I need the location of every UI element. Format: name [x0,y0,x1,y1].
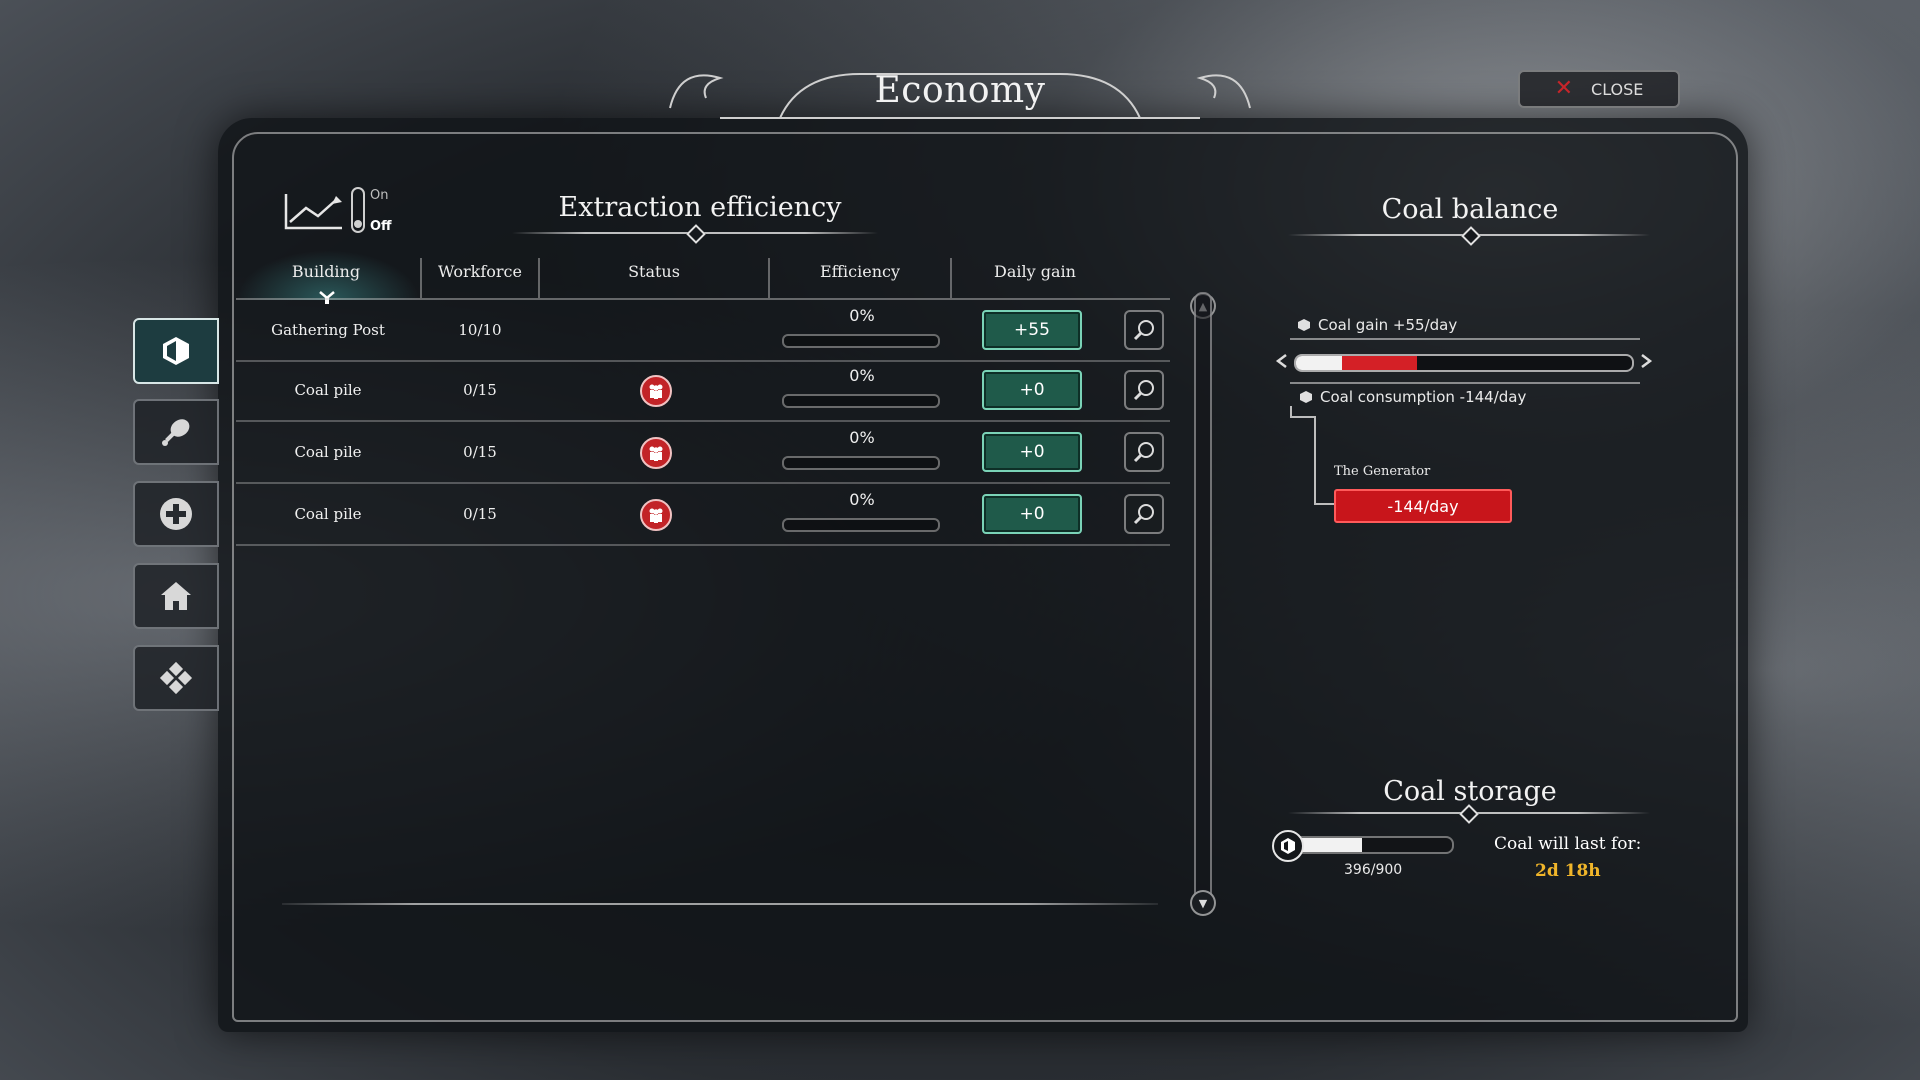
cell-building: Coal pile [294,381,362,399]
cell-workforce: 0/15 [463,381,497,399]
col-header-daily-gain[interactable]: Daily gain [952,262,1118,281]
table-bottom-rule [282,903,1158,905]
no-workers-icon[interactable] [640,499,672,531]
scroll-down-button[interactable]: ▼ [1190,890,1216,916]
meat-icon [162,419,190,446]
daily-gain-button[interactable]: +0 [982,432,1082,472]
coal-storage-bar [1290,836,1454,854]
coal-last-value: 2d 18h [1535,861,1601,881]
col-header-building[interactable]: Building [236,262,416,281]
resources-icon [159,661,193,695]
coal-balance-title: Coal balance [1381,194,1559,225]
economy-panel [218,118,1748,1032]
col-header-efficiency[interactable]: Efficiency [770,262,950,281]
gain-rule [1290,338,1640,340]
consumer-name: The Generator [1334,464,1431,479]
cell-workforce: 0/15 [463,443,497,461]
tab-resources[interactable] [133,645,219,711]
close-button[interactable]: ✕ CLOSE [1518,70,1680,108]
cell-efficiency: 0% [849,366,875,385]
efficiency-bar [782,518,940,532]
cell-workforce: 10/10 [458,321,502,339]
coal-balance-bar [1294,354,1634,372]
coal-storage-title: Coal storage [1383,776,1557,807]
efficiency-bar [782,334,940,348]
cell-workforce: 0/15 [463,505,497,523]
tab-coal[interactable] [133,318,219,384]
arrow-left-icon [1275,354,1287,368]
coal-storage-amount: 396/900 [1344,862,1403,878]
graph-toggle-on-label[interactable]: On [370,188,388,203]
table-row: Coal pile 0/15 0% +0 [236,484,1170,546]
tab-health[interactable] [133,481,219,547]
cell-building: Gathering Post [271,321,385,339]
locate-building-button[interactable] [1124,370,1164,410]
coal-icon [1298,319,1310,331]
locate-building-button[interactable] [1124,494,1164,534]
coal-storage-icon [1272,830,1304,862]
coal-deficit-fill [1342,356,1417,370]
magnifier-icon [1133,320,1154,341]
coal-icon [1300,391,1312,403]
generator-consumption[interactable]: -144/day [1334,489,1512,523]
col-header-status[interactable]: Status [540,262,768,281]
consumption-rule [1290,382,1640,384]
graph-toggle-off-label[interactable]: Off [370,219,392,234]
coal-last-label: Coal will last for: [1494,834,1642,854]
tab-housing[interactable] [133,563,219,629]
house-icon [161,582,191,610]
daily-gain-button[interactable]: +55 [982,310,1082,350]
arrow-right-icon [1641,354,1653,368]
magnifier-icon [1133,504,1154,525]
magnifier-icon [1133,380,1154,401]
cell-building: Coal pile [294,443,362,461]
coal-icon [163,337,189,365]
table-scrollbar[interactable] [1194,292,1212,914]
col-header-workforce[interactable]: Workforce [422,262,538,281]
no-workers-icon[interactable] [640,375,672,407]
table-row: Coal pile 0/15 0% +0 [236,422,1170,484]
daily-gain-button[interactable]: +0 [982,370,1082,410]
efficiency-bar [782,394,940,408]
locate-building-button[interactable] [1124,310,1164,350]
cell-efficiency: 0% [849,428,875,447]
daily-gain-button[interactable]: +0 [982,494,1082,534]
cell-efficiency: 0% [849,490,875,509]
extraction-title: Extraction efficiency [558,192,842,223]
coal-consumption-label: Coal consumption -144/day [1300,388,1526,406]
efficiency-bar [782,456,940,470]
table-row: Gathering Post 10/10 0% +55 [236,298,1170,362]
tree-connector [1314,503,1334,505]
magnifier-icon [1133,442,1154,463]
health-icon [160,498,192,530]
close-label: CLOSE [1591,79,1644,99]
no-workers-icon[interactable] [640,437,672,469]
tree-connector [1290,416,1316,418]
tree-connector [1314,416,1316,504]
tab-food[interactable] [133,399,219,465]
coal-gain-fill [1296,356,1343,370]
cell-efficiency: 0% [849,306,875,325]
locate-building-button[interactable] [1124,432,1164,472]
close-icon: ✕ [1554,76,1574,101]
coal-gain-label: Coal gain +55/day [1298,316,1457,334]
table-row: Coal pile 0/15 0% +0 [236,360,1170,422]
cell-building: Coal pile [294,505,362,523]
